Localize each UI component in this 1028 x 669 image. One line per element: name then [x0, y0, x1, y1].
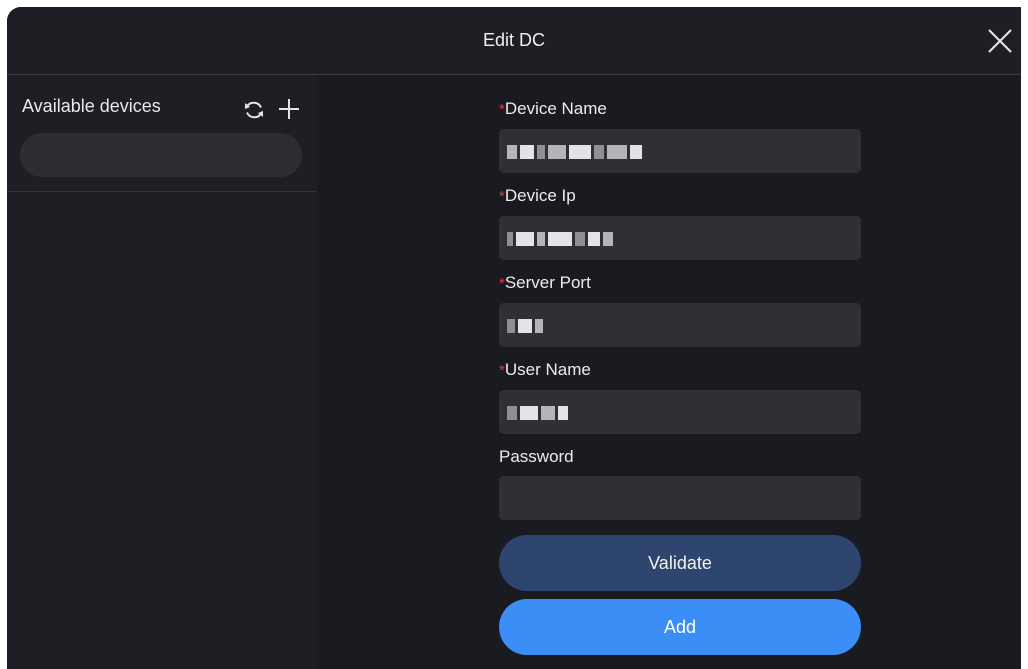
password-input[interactable] [499, 476, 861, 520]
plus-icon [279, 99, 299, 119]
redacted-value [507, 145, 642, 159]
redacted-value [507, 406, 568, 420]
password-label: Password [499, 447, 574, 466]
available-devices-title: Available devices [22, 96, 161, 116]
redacted-value [507, 232, 613, 246]
device-ip-label: *Device Ip [499, 186, 576, 205]
close-icon [988, 29, 1012, 53]
redacted-value [507, 319, 543, 333]
dialog-title: Edit DC [482, 30, 545, 50]
add-device-button[interactable] [277, 97, 301, 121]
device-name-label: *Device Name [499, 99, 607, 118]
user-name-input[interactable] [499, 390, 861, 434]
device-name-input[interactable] [499, 129, 861, 173]
add-button[interactable]: Add [499, 599, 861, 655]
device-search-input[interactable] [20, 133, 302, 177]
refresh-button[interactable] [242, 98, 266, 122]
close-button[interactable] [985, 26, 1015, 56]
available-devices-panel: Available devices [7, 75, 317, 669]
device-ip-input[interactable] [499, 216, 861, 260]
dialog-header: Edit DC [7, 7, 1021, 75]
user-name-label: *User Name [499, 360, 591, 379]
server-port-input[interactable] [499, 303, 861, 347]
edit-dc-dialog: Edit DC Available devices *Device Name *… [7, 7, 1021, 669]
sidebar-divider [7, 191, 317, 192]
validate-button[interactable]: Validate [499, 535, 861, 591]
server-port-label: *Server Port [499, 273, 591, 292]
refresh-icon [245, 101, 263, 119]
